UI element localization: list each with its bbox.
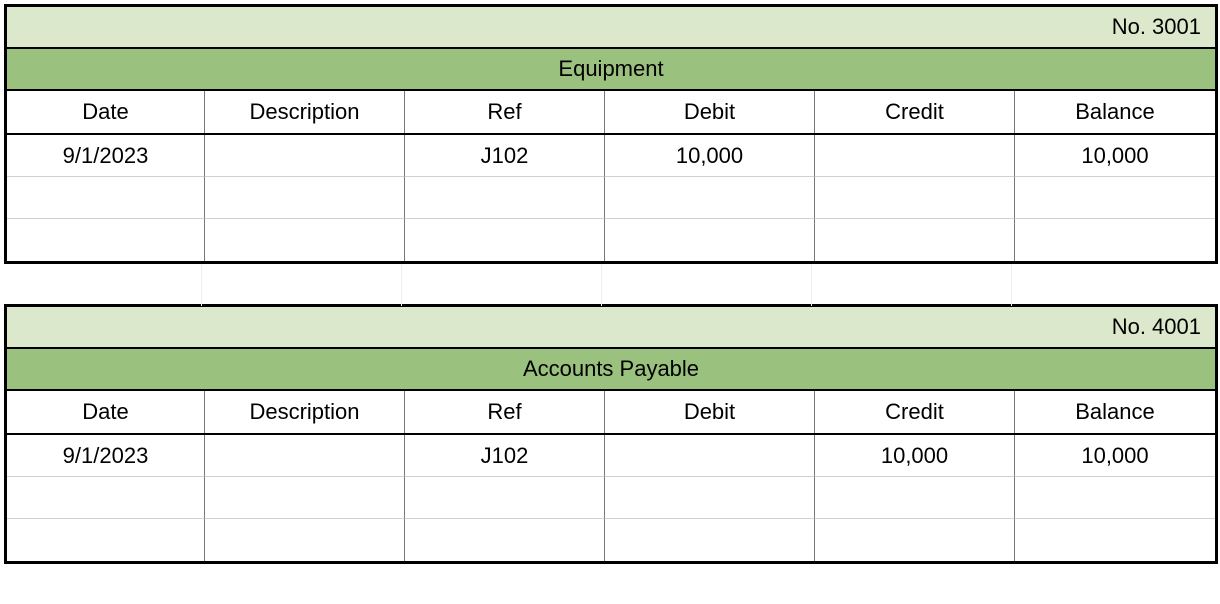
cell-debit xyxy=(605,477,815,519)
cell-date: 9/1/2023 xyxy=(7,435,205,477)
table-row xyxy=(7,219,1215,261)
ledger-title: Accounts Payable xyxy=(523,356,699,382)
ledger-title-row: Equipment xyxy=(7,49,1215,91)
ledger-title: Equipment xyxy=(558,56,663,82)
col-date: Date xyxy=(7,91,205,133)
col-balance: Balance xyxy=(1015,391,1215,433)
cell-credit xyxy=(815,219,1015,261)
cell-credit xyxy=(815,519,1015,561)
ledger-gap xyxy=(4,264,1212,304)
cell-balance: 10,000 xyxy=(1015,135,1215,177)
cell-description xyxy=(205,435,405,477)
cell-balance xyxy=(1015,519,1215,561)
ledger-number-row: No. 4001 xyxy=(7,307,1215,349)
cell-date xyxy=(7,177,205,219)
cell-debit xyxy=(605,519,815,561)
col-credit: Credit xyxy=(815,391,1015,433)
ledger-accounts-payable: No. 4001 Accounts Payable Date Descripti… xyxy=(4,304,1218,564)
cell-debit xyxy=(605,177,815,219)
cell-description xyxy=(205,519,405,561)
cell-ref xyxy=(405,477,605,519)
cell-date xyxy=(7,519,205,561)
cell-debit xyxy=(605,435,815,477)
cell-credit xyxy=(815,477,1015,519)
cell-balance xyxy=(1015,219,1215,261)
ledger-equipment: No. 3001 Equipment Date Description Ref … xyxy=(4,4,1218,264)
cell-balance: 10,000 xyxy=(1015,435,1215,477)
col-debit: Debit xyxy=(605,391,815,433)
cell-ref: J102 xyxy=(405,435,605,477)
cell-description xyxy=(205,219,405,261)
cell-debit: 10,000 xyxy=(605,135,815,177)
table-row: 9/1/2023 J102 10,000 10,000 xyxy=(7,435,1215,477)
cell-ref xyxy=(405,219,605,261)
cell-ref xyxy=(405,177,605,219)
table-row: 9/1/2023 J102 10,000 10,000 xyxy=(7,135,1215,177)
column-headers: Date Description Ref Debit Credit Balanc… xyxy=(7,391,1215,435)
col-credit: Credit xyxy=(815,91,1015,133)
ledger-number-row: No. 3001 xyxy=(7,7,1215,49)
cell-debit xyxy=(605,219,815,261)
cell-description xyxy=(205,177,405,219)
table-row xyxy=(7,177,1215,219)
cell-credit xyxy=(815,177,1015,219)
column-headers: Date Description Ref Debit Credit Balanc… xyxy=(7,91,1215,135)
col-date: Date xyxy=(7,391,205,433)
col-ref: Ref xyxy=(405,91,605,133)
col-description: Description xyxy=(205,391,405,433)
cell-description xyxy=(205,477,405,519)
table-row xyxy=(7,477,1215,519)
col-ref: Ref xyxy=(405,391,605,433)
col-debit: Debit xyxy=(605,91,815,133)
cell-credit: 10,000 xyxy=(815,435,1015,477)
cell-ref xyxy=(405,519,605,561)
cell-credit xyxy=(815,135,1015,177)
ledger-number: No. 4001 xyxy=(1112,314,1201,340)
cell-balance xyxy=(1015,177,1215,219)
ledger-title-row: Accounts Payable xyxy=(7,349,1215,391)
cell-date: 9/1/2023 xyxy=(7,135,205,177)
cell-ref: J102 xyxy=(405,135,605,177)
col-description: Description xyxy=(205,91,405,133)
cell-date xyxy=(7,477,205,519)
ledger-number: No. 3001 xyxy=(1112,14,1201,40)
cell-description xyxy=(205,135,405,177)
table-row xyxy=(7,519,1215,561)
col-balance: Balance xyxy=(1015,91,1215,133)
cell-date xyxy=(7,219,205,261)
cell-balance xyxy=(1015,477,1215,519)
